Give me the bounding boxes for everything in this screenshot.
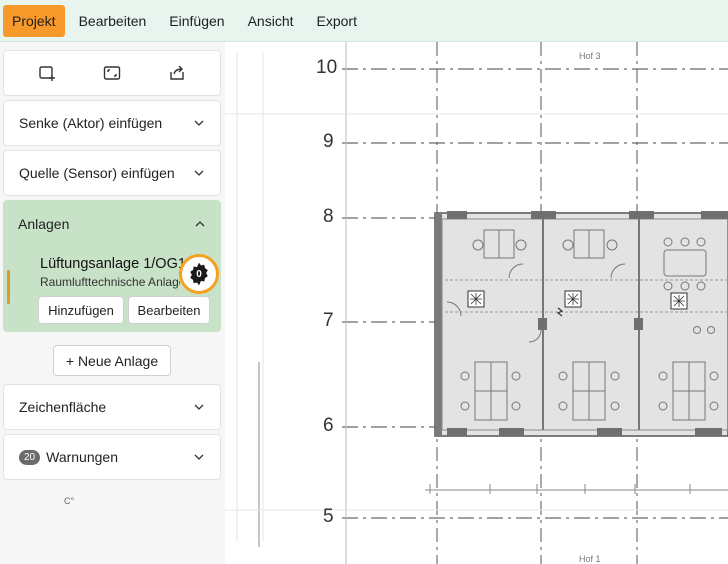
hof-bottom-label: Hof 1 (579, 554, 601, 564)
menu-bearbeiten[interactable]: Bearbeiten (70, 5, 156, 37)
warnungen-count-badge: 20 (19, 450, 41, 466)
gear-count: 0 (196, 268, 202, 280)
sensor-icon[interactable] (670, 292, 688, 310)
axis-label-9: 9 (323, 131, 334, 152)
hinzufuegen-button[interactable]: Hinzufügen (38, 296, 124, 324)
chevron-down-icon (193, 167, 205, 179)
canvas-marker-label: C° (64, 496, 75, 506)
floorplan-canvas[interactable]: 10 9 8 7 6 5 Hof 3 Hof 1 (225, 42, 728, 564)
anlage-title: Lüftungsanlage 1/OG1 (40, 256, 186, 272)
warnungen-label: Warnungen (46, 448, 118, 465)
axis-label-7: 7 (323, 310, 334, 331)
sensor-icon[interactable] (467, 290, 485, 308)
axis-label-6: 6 (323, 415, 334, 436)
sidebar: Senke (Aktor) einfügen Quelle (Sensor) e… (0, 42, 225, 564)
selection-indicator (7, 270, 10, 304)
axis-label-10: 10 (316, 57, 338, 78)
anlage-settings-button[interactable]: 0 (179, 254, 219, 294)
menu-bar: Projekt Bearbeiten Einfügen Ansicht Expo… (0, 0, 728, 42)
menu-einfuegen[interactable]: Einfügen (160, 5, 233, 37)
warnungen-accordion[interactable]: 20 Warnungen (3, 434, 221, 480)
hof-top-label: Hof 3 (579, 51, 601, 61)
anlage-item[interactable]: Lüftungsanlage 1/OG1 Raumlufttechnische … (7, 248, 219, 330)
sensor-icon[interactable] (564, 290, 582, 308)
chevron-down-icon (193, 401, 205, 413)
menu-ansicht[interactable]: Ansicht (239, 5, 303, 37)
zeichenflaeche-label: Zeichenfläche (19, 399, 107, 415)
quelle-label: Quelle (Sensor) einfügen (19, 165, 175, 181)
anlage-subtitle: Raumlufttechnische Anlage (40, 275, 180, 289)
menu-projekt[interactable]: Projekt (3, 4, 65, 37)
axis-label-8: 8 (323, 206, 334, 227)
chevron-down-icon (193, 117, 205, 129)
bearbeiten-button[interactable]: Bearbeiten (128, 296, 210, 324)
warnungen-title: 20 Warnungen (19, 449, 118, 466)
neue-anlage-button[interactable]: + Neue Anlage (53, 345, 171, 376)
share-icon[interactable] (166, 62, 188, 84)
chevron-up-icon (194, 218, 206, 230)
zeichenflaeche-accordion[interactable]: Zeichenfläche (3, 384, 221, 430)
chevron-down-icon (193, 451, 205, 463)
senke-accordion[interactable]: Senke (Aktor) einfügen (3, 100, 221, 146)
anlagen-panel: Anlagen Lüftungsanlage 1/OG1 Raumlufttec… (3, 200, 221, 332)
senke-label: Senke (Aktor) einfügen (19, 115, 163, 131)
add-frame-icon[interactable] (36, 62, 58, 84)
axis-label-5: 5 (323, 506, 334, 527)
anlagen-accordion[interactable]: Anlagen (3, 200, 221, 248)
menu-export[interactable]: Export (308, 5, 366, 37)
fit-view-icon[interactable] (101, 62, 123, 84)
quelle-accordion[interactable]: Quelle (Sensor) einfügen (3, 150, 221, 196)
toolbar (3, 50, 221, 96)
floorplan-drawing (225, 42, 728, 564)
anlagen-label: Anlagen (18, 216, 70, 232)
